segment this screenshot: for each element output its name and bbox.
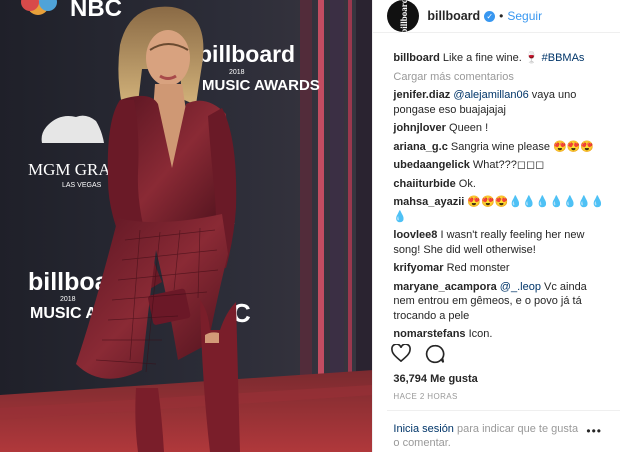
comment-username[interactable]: johnjlover bbox=[393, 122, 446, 134]
comments-list: billboard Like a fine wine. 🍷 #BBMAs Car… bbox=[393, 51, 608, 340]
comment-mention[interactable]: @_.leop bbox=[500, 281, 541, 293]
caption-username[interactable]: billboard bbox=[393, 52, 439, 64]
heart-icon[interactable] bbox=[391, 343, 412, 369]
comment-username[interactable]: loovlee8 bbox=[393, 229, 437, 241]
comment-text: What???◻◻◻ bbox=[472, 159, 545, 171]
comment-text: Queen ! bbox=[449, 122, 489, 134]
comment-item: mahsa_ayazii 😍😍😍💧💧💧💧💧💧💧💧 bbox=[393, 195, 608, 224]
likes-label: Me gusta bbox=[430, 373, 478, 385]
svg-text:billboard: billboard bbox=[198, 41, 295, 67]
caption-hashtag[interactable]: #BBMAs bbox=[542, 52, 585, 64]
comment-item: loovlee8 I wasn't really feeling her new… bbox=[393, 228, 608, 257]
post-photo[interactable]: NBC billboard 2018 MUSIC AWARDS MGM GRAN… bbox=[0, 0, 373, 452]
comment-text: Ok. bbox=[458, 177, 476, 190]
load-more-comments[interactable]: Cargar más comentarios bbox=[393, 70, 608, 85]
comment-item: johnjlover Queen ! bbox=[393, 121, 608, 136]
comment-item: krifyomar Red monster bbox=[393, 261, 608, 276]
post-side-panel: billboard billboard ✓ • Seguir billboard… bbox=[372, 0, 620, 452]
comment-username[interactable]: nomarstefans bbox=[393, 328, 465, 340]
comment-icon[interactable] bbox=[425, 344, 445, 369]
comment-text: Red monster bbox=[446, 262, 510, 274]
comment-username[interactable]: mahsa_ayazii bbox=[393, 196, 464, 208]
instagram-post: NBC billboard 2018 MUSIC AWARDS MGM GRAN… bbox=[0, 0, 620, 452]
comment-username[interactable]: maryane_acampora bbox=[393, 281, 496, 293]
comment-username[interactable]: ubedaangelick bbox=[393, 159, 469, 171]
caption: billboard Like a fine wine. 🍷 #BBMAs bbox=[393, 51, 608, 66]
comment-item: ariana_g.c Sangria wine please 😍😍😍 bbox=[393, 140, 608, 155]
post-timestamp: HACE 2 HORAS bbox=[393, 392, 458, 401]
comments-viewport[interactable]: billboard Like a fine wine. 🍷 #BBMAs Car… bbox=[373, 0, 620, 340]
comment-username[interactable]: jenifer.diaz bbox=[393, 89, 450, 101]
svg-text:2018: 2018 bbox=[229, 69, 245, 76]
caption-text: Like a fine wine. 🍷 bbox=[442, 52, 542, 64]
comment-username[interactable]: krifyomar bbox=[393, 262, 443, 274]
svg-text:2018: 2018 bbox=[60, 296, 76, 303]
comment-text: Icon. bbox=[468, 328, 493, 340]
red-carpet-photo: NBC billboard 2018 MUSIC AWARDS MGM GRAN… bbox=[0, 0, 373, 452]
comment-item: ubedaangelick What???◻◻◻ bbox=[393, 158, 608, 173]
comment-username[interactable]: chaiiturbide bbox=[393, 178, 455, 190]
likes-count[interactable]: 36,794 Me gusta bbox=[393, 373, 477, 385]
svg-text:MUSIC AWARDS: MUSIC AWARDS bbox=[202, 77, 320, 94]
comment-item: maryane_acampora @_.leop Vc ainda nem en… bbox=[393, 280, 608, 324]
comment-item: jenifer.diaz @alejamillan06 vaya uno pon… bbox=[393, 88, 608, 117]
comment-text: Sangria wine please 😍😍😍 bbox=[450, 140, 595, 153]
comment-mention[interactable]: @alejamillan06 bbox=[453, 89, 528, 101]
comment-username[interactable]: ariana_g.c bbox=[393, 141, 447, 153]
divider bbox=[387, 410, 620, 411]
action-bar bbox=[391, 343, 445, 369]
comment-item: chaiiturbide Ok. bbox=[393, 177, 608, 192]
login-prompt: Inicia sesión para indicar que te gusta … bbox=[393, 422, 583, 450]
svg-text:NBC: NBC bbox=[70, 0, 122, 22]
login-link[interactable]: Inicia sesión bbox=[393, 423, 454, 435]
likes-number: 36,794 bbox=[393, 373, 428, 385]
svg-text:LAS VEGAS: LAS VEGAS bbox=[62, 182, 102, 189]
comment-item: nomarstefans Icon. bbox=[393, 327, 608, 340]
more-options-icon[interactable]: ••• bbox=[586, 424, 602, 438]
